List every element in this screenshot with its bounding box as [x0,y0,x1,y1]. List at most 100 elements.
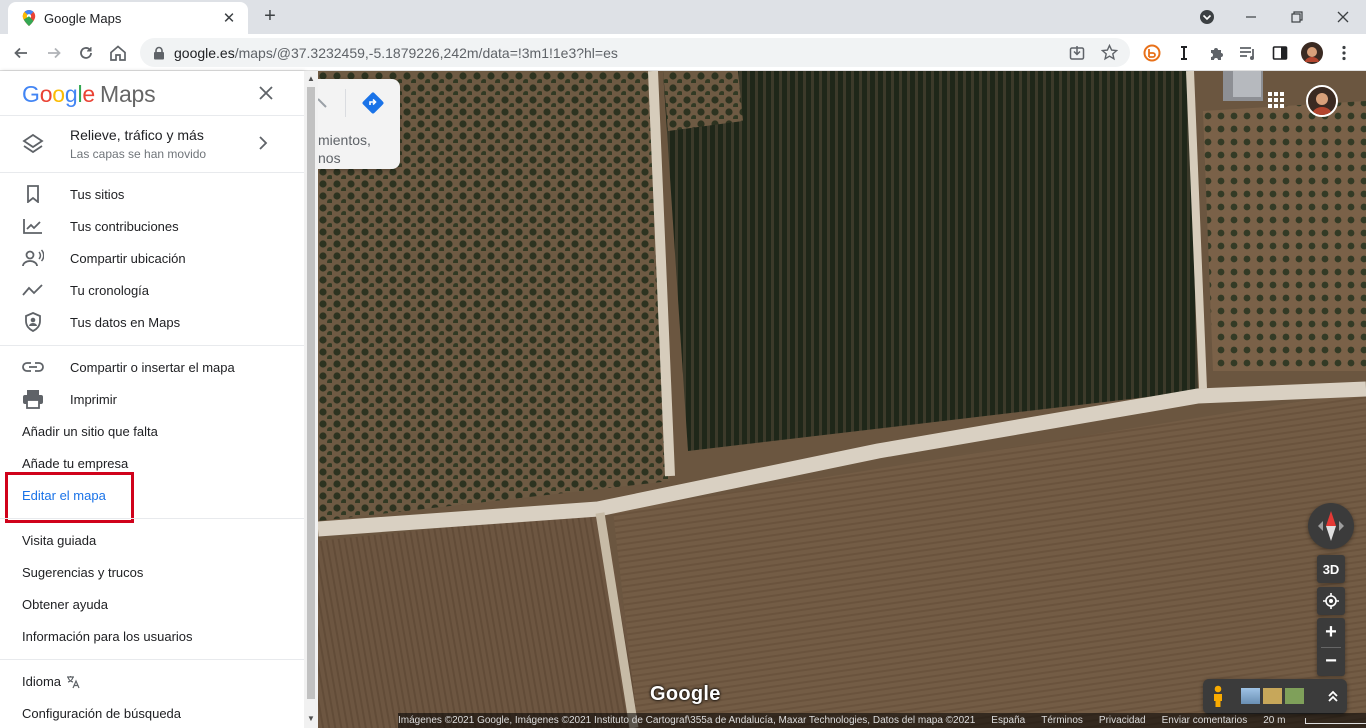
scale-bar [1305,717,1366,724]
map-attribution-bar: Imágenes ©2021 Google, Imágenes ©2021 In… [398,713,1366,728]
menu-label: Compartir o insertar el mapa [70,359,235,375]
minimize-button[interactable] [1228,0,1274,34]
extensions-puzzle-icon[interactable] [1205,42,1227,64]
search-icon[interactable] [318,95,330,111]
reload-button[interactable] [73,40,99,66]
maps-favicon-icon [22,10,36,26]
side-panel-icon[interactable] [1269,42,1291,64]
menu-item-visita-guiada[interactable]: Visita guiada [0,524,304,556]
double-chevron-up-icon[interactable] [1327,689,1339,703]
scale-indicator[interactable]: 20 m [1263,715,1366,726]
profile-avatar[interactable] [1301,42,1323,64]
close-menu-button[interactable] [254,81,278,105]
close-window-button[interactable] [1320,0,1366,34]
chrome-menu-button[interactable] [1333,42,1355,64]
menu-item-obtener-ayuda[interactable]: Obtener ayuda [0,588,304,620]
imagery-thumb-3-icon[interactable] [1285,688,1304,704]
layers-icon [22,133,44,154]
extension-text-cursor-icon[interactable] [1173,42,1195,64]
scrollbar-thumb[interactable] [307,87,315,699]
tab-google-maps[interactable]: Google Maps ✕ [8,2,248,34]
layers-subtitle: Las capas se han movido [70,147,207,161]
highlight-box [5,472,134,523]
restore-button[interactable] [1274,0,1320,34]
forward-button[interactable] [41,40,67,66]
url-text: google.es/maps/@37.3232459,-5.1879226,24… [174,45,1066,61]
timeline-icon [22,280,44,300]
contributions-icon [22,216,44,236]
satellite-map[interactable]: mientos, nos 3D + − Google Imágenes ©202… [318,71,1366,728]
directions-icon[interactable] [361,91,385,115]
new-tab-button[interactable]: + [258,6,282,28]
search-divider [345,89,346,117]
zoom-out-button[interactable]: − [1317,647,1345,676]
google-apps-icon[interactable] [1267,91,1285,109]
arrow-right-icon [48,47,61,59]
my-location-icon [1323,593,1339,609]
scroll-up-arrow-icon[interactable]: ▲ [306,74,316,84]
menu-item-imprimir[interactable]: Imprimir [0,383,304,415]
lock-icon [154,46,164,59]
search-panel-fragment[interactable]: mientos, nos [318,79,400,169]
menu-item-tus-datos[interactable]: Tus datos en Maps [0,306,304,338]
pegman-icon[interactable] [1211,685,1225,707]
more-vert-icon [1342,45,1346,61]
menu-divider [0,518,304,519]
address-bar[interactable]: google.es/maps/@37.3232459,-5.1879226,24… [140,38,1130,67]
reload-icon [80,47,92,59]
my-location-button[interactable] [1317,587,1345,615]
menu-item-configuracion-busqueda[interactable]: Configuración de búsqueda [0,697,304,728]
chevron-right-icon [259,136,268,150]
link-privacidad[interactable]: Privacidad [1099,715,1146,726]
menu-label: Imprimir [70,391,117,407]
menu-label: Compartir ubicación [70,250,186,266]
account-avatar[interactable] [1306,85,1338,117]
url-path: /maps/@37.3232459,-5.1879226,242m/data=!… [234,44,618,61]
menu-item-compartir-ubicacion[interactable]: Compartir ubicación [0,242,304,274]
link-espana[interactable]: España [991,715,1025,726]
scale-label: 20 m [1263,715,1286,726]
menu-item-informacion-usuarios[interactable]: Información para los usuarios [0,620,304,652]
home-icon [110,45,126,61]
menu-scrollbar[interactable]: ▲ ▼ [304,71,318,728]
toggle-3d-button[interactable]: 3D [1317,555,1345,583]
menu-item-idioma[interactable]: Idioma [0,665,304,697]
bookmark-star-icon[interactable] [1098,42,1120,64]
menu-label: Tus datos en Maps [70,314,181,330]
compass-button[interactable] [1308,503,1354,549]
close-tab-icon[interactable]: ✕ [220,9,238,27]
zoom-in-button[interactable]: + [1317,618,1345,647]
menu-label: Visita guiada [22,532,97,548]
zoom-control: + − [1317,618,1345,676]
close-icon [1337,11,1349,23]
link-terminos[interactable]: Términos [1041,715,1083,726]
tab-search-button[interactable] [1184,0,1230,34]
browser-toolbar: google.es/maps/@37.3232459,-5.1879226,24… [0,34,1366,71]
install-app-icon[interactable] [1066,42,1088,64]
imagery-thumb-1-icon[interactable] [1241,688,1260,704]
home-button[interactable] [105,40,131,66]
menu-item-tus-sitios[interactable]: Tus sitios [0,178,304,210]
link-icon [22,357,44,377]
extension-orange-icon[interactable] [1141,42,1163,64]
menu-label: Información para los usuarios [22,628,193,644]
imagery-thumb-2-icon[interactable] [1263,688,1282,704]
attribution-text: Imágenes ©2021 Google, Imágenes ©2021 In… [398,715,976,726]
reading-list-icon[interactable] [1237,42,1259,64]
back-button[interactable] [8,40,34,66]
menu-item-compartir-mapa[interactable]: Compartir o insertar el mapa [0,351,304,383]
print-icon [22,389,44,409]
menu-divider [0,659,304,660]
google-wordmark: Google [22,81,95,107]
menu-label: Añade tu empresa [22,455,129,471]
link-enviar-comentarios[interactable]: Enviar comentarios [1162,715,1248,726]
tab-title: Google Maps [44,10,122,26]
menu-label: Sugerencias y trucos [22,564,144,580]
scroll-down-arrow-icon[interactable]: ▼ [306,714,316,724]
menu-item-anadir-sitio[interactable]: Añadir un sitio que falta [0,415,304,447]
menu-label: Idioma [22,673,62,689]
menu-item-tus-contribuciones[interactable]: Tus contribuciones [0,210,304,242]
menu-item-sugerencias[interactable]: Sugerencias y trucos [0,556,304,588]
layers-row[interactable]: Relieve, tráfico y más Las capas se han … [0,117,304,173]
menu-item-tu-cronologia[interactable]: Tu cronología [0,274,304,306]
